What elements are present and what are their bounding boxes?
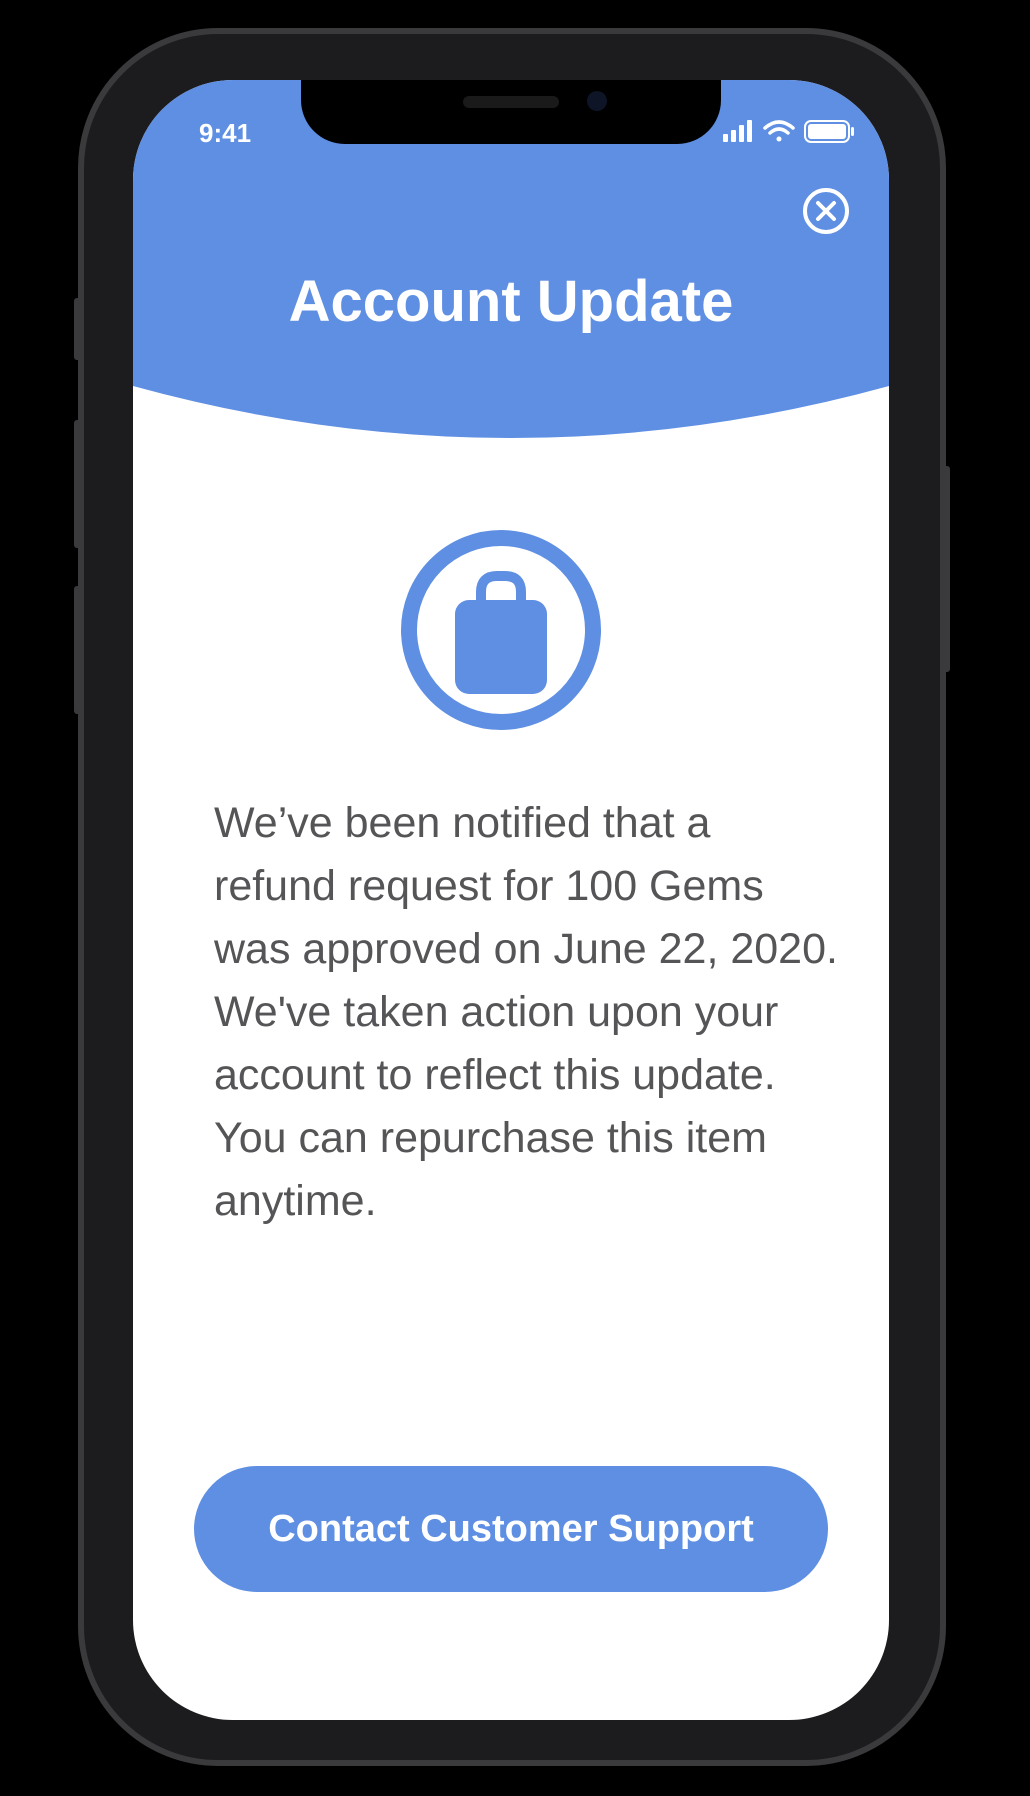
status-time: 9:41 bbox=[199, 118, 252, 148]
close-icon bbox=[803, 188, 849, 234]
mute-switch bbox=[74, 298, 82, 360]
page-title: Account Update bbox=[288, 269, 734, 334]
status-icons bbox=[723, 116, 863, 146]
contact-support-button[interactable]: Contact Customer Support bbox=[194, 1466, 828, 1592]
refund-message: We’ve been notified that a refund reques… bbox=[214, 799, 838, 1225]
cellular-signal-icon bbox=[723, 120, 752, 142]
shopping-bag-icon bbox=[401, 530, 601, 730]
volume-up-button bbox=[74, 420, 82, 548]
power-button bbox=[942, 466, 950, 672]
app-screen: 9:41 Account Update We’ve been notified … bbox=[133, 80, 889, 1720]
close-button[interactable] bbox=[801, 186, 851, 236]
front-camera bbox=[587, 91, 607, 111]
shopping-bag-badge bbox=[399, 528, 603, 732]
notch bbox=[301, 80, 721, 144]
wifi-icon bbox=[763, 120, 795, 142]
volume-down-button bbox=[74, 586, 82, 714]
speaker-grille bbox=[463, 96, 559, 108]
battery-icon bbox=[804, 120, 854, 143]
